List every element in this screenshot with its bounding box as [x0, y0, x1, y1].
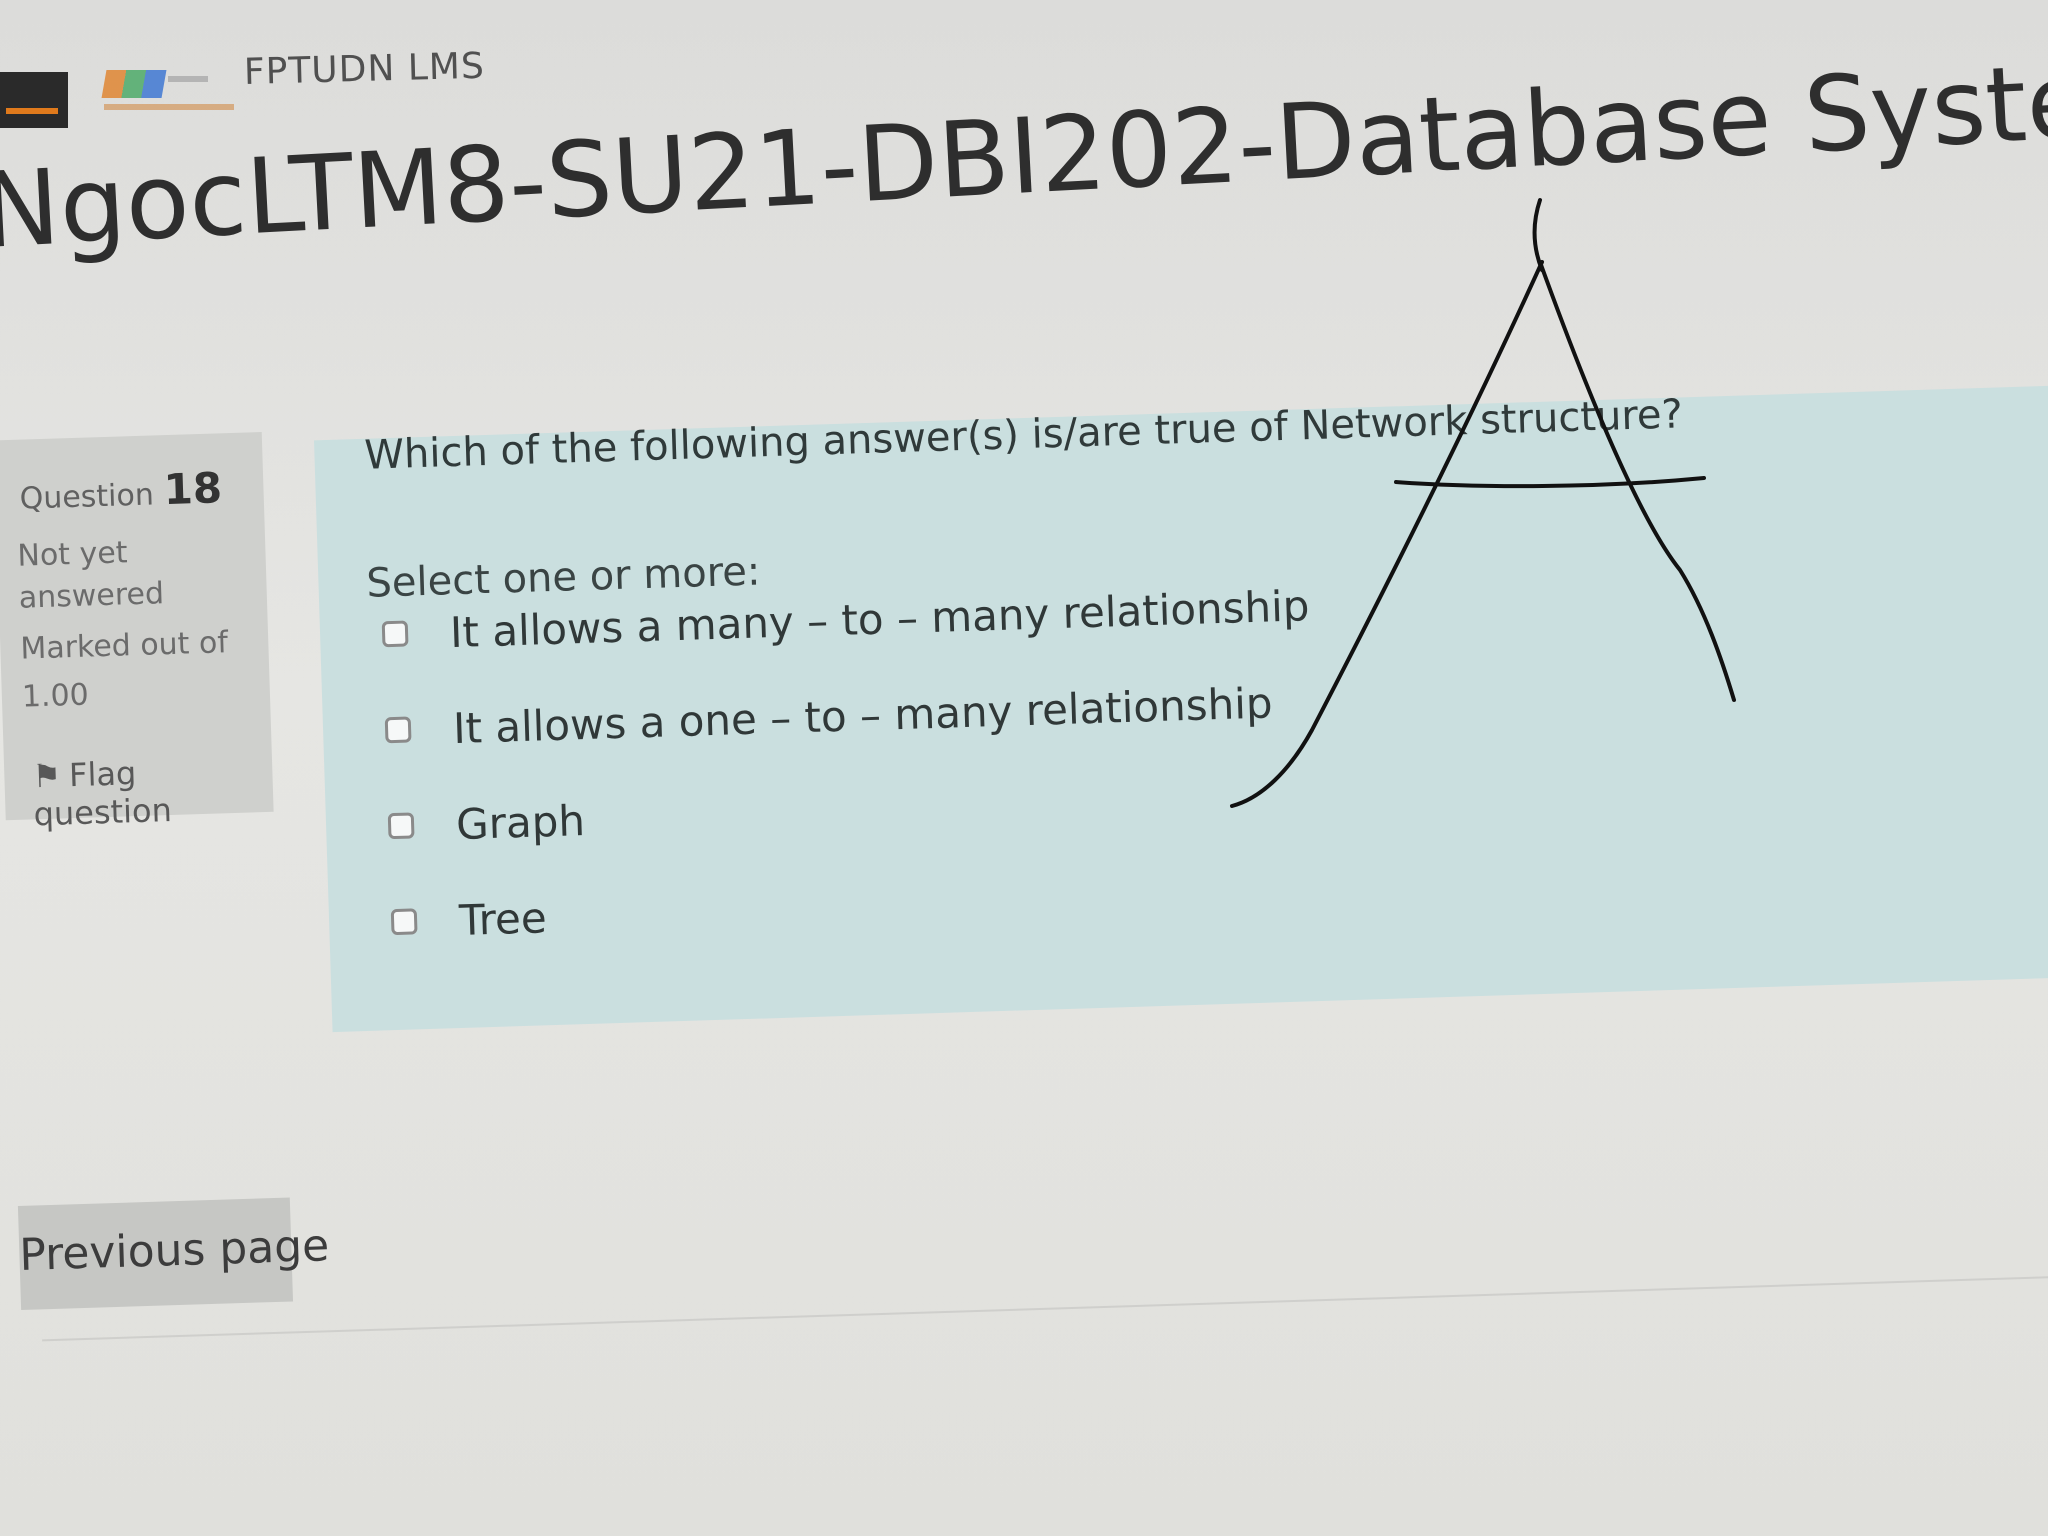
handwritten-a-mark	[1230, 198, 1736, 808]
hand-stroke-bar	[1394, 476, 1706, 489]
hand-stroke-top	[1532, 198, 1544, 272]
hand-stroke-left	[1230, 260, 1544, 808]
hand-stroke-right	[1538, 260, 1736, 702]
